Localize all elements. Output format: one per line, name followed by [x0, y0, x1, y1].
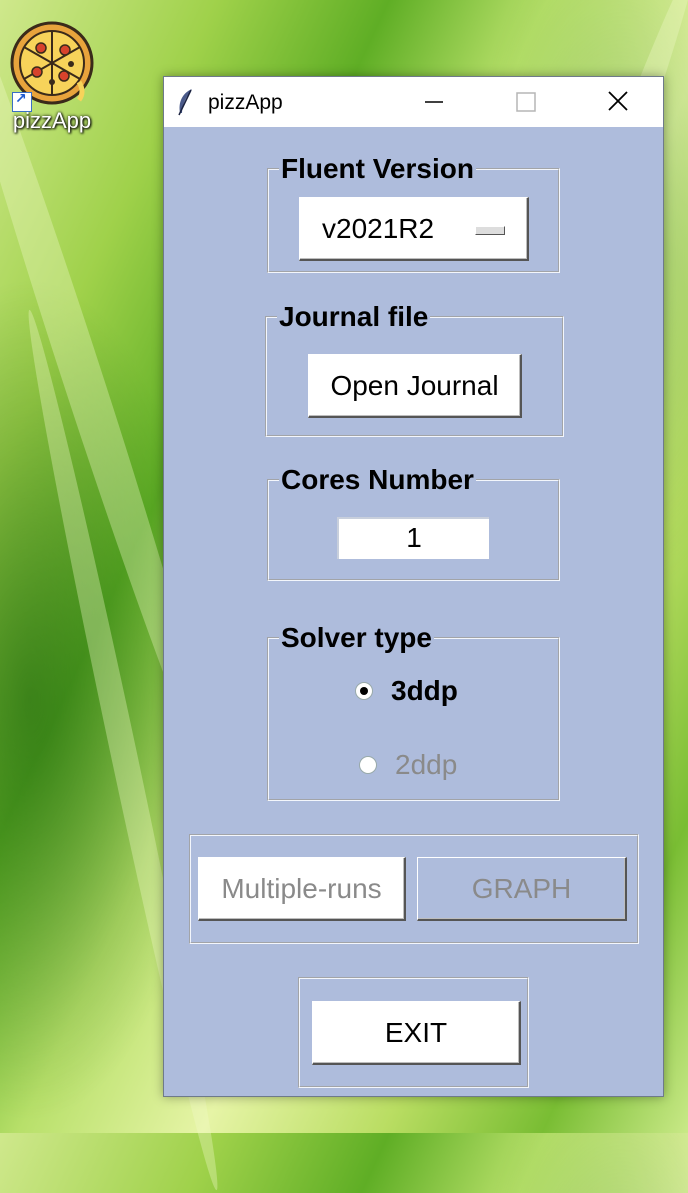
close-button[interactable]	[572, 77, 664, 127]
option-menu-indicator-icon	[475, 226, 505, 235]
radio-button-checked[interactable]	[355, 682, 373, 700]
radio-label: 2ddp	[395, 749, 458, 780]
desktop-shortcut-pizzapp[interactable]: ↗ pizzApp	[4, 20, 100, 134]
maximize-icon	[516, 92, 536, 112]
minimize-button[interactable]	[388, 77, 480, 127]
shortcut-arrow-icon: ↗	[12, 90, 32, 112]
window-title: pizzApp	[208, 91, 283, 114]
fluent-version-legend: Fluent Version	[281, 153, 474, 184]
fluent-version-dropdown[interactable]: v2021R2	[299, 197, 529, 261]
journal-file-legend: Journal file	[279, 301, 429, 332]
fluent-version-value: v2021R2	[322, 212, 435, 244]
cores-number-legend: Cores Number	[281, 464, 474, 495]
solver-type-legend: Solver type	[281, 622, 432, 653]
radio-button-unchecked[interactable]	[359, 756, 377, 774]
title-bar[interactable]: pizzApp	[164, 77, 663, 127]
close-icon	[608, 91, 628, 111]
feather-icon	[178, 89, 192, 116]
cores-number-input[interactable]: 1	[337, 517, 489, 559]
radio-option-3ddp[interactable]: 3ddp	[355, 675, 458, 707]
multiple-runs-button[interactable]: Multiple-runs	[198, 857, 406, 921]
minimize-icon	[425, 101, 443, 103]
exit-button[interactable]: EXIT	[312, 1001, 521, 1065]
radio-option-2ddp[interactable]: 2ddp	[359, 749, 457, 781]
graph-button[interactable]: GRAPH	[417, 857, 627, 921]
maximize-button[interactable]	[480, 77, 572, 127]
radio-label: 3ddp	[391, 675, 458, 706]
app-window: pizzApp Fluent Version v2021R2 Journal f…	[163, 76, 664, 1097]
open-journal-button[interactable]: Open Journal	[308, 354, 522, 418]
